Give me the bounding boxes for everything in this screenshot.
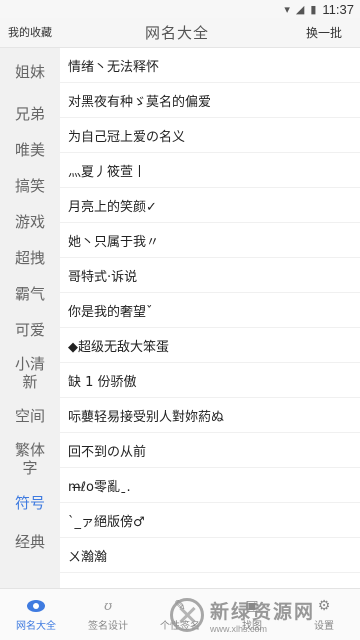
- category-item[interactable]: 小清新: [0, 348, 60, 398]
- battery-icon: ▮: [310, 2, 317, 16]
- category-item[interactable]: 唯美: [0, 132, 60, 168]
- image-icon: ▣: [245, 598, 259, 614]
- app-header: 我的收藏 网名大全 换一批: [0, 18, 360, 48]
- nav-label: 个性签名: [160, 621, 200, 632]
- status-time: 11:37: [322, 1, 354, 17]
- signature-icon: ʊ: [103, 598, 113, 614]
- gear-icon: ⚙: [317, 598, 331, 614]
- bottom-nav: 网名大全 ʊ 签名设计 ✎ 个性签名 ▣ 找图 ⚙ 设置: [0, 588, 360, 640]
- category-item[interactable]: 经典: [0, 522, 60, 562]
- list-item[interactable]: 呩蘡轻易接受别人對妳葯ぬ: [60, 398, 360, 433]
- status-bar: ▾ ◢ ▮ 11:37: [0, 0, 360, 18]
- signal-icon: ◢: [295, 2, 305, 16]
- nav-label: 签名设计: [88, 621, 128, 632]
- list-item[interactable]: 她丶只属于我〃: [60, 223, 360, 258]
- category-item[interactable]: 兄弟: [0, 96, 60, 132]
- list-item[interactable]: 缺 1 份骄傲: [60, 363, 360, 398]
- category-item-active[interactable]: 符号: [0, 484, 60, 522]
- list-item[interactable]: `_ァ絕版傍♂: [60, 503, 360, 538]
- list-item[interactable]: 对黑夜有种ゞ莫名的偏爱: [60, 83, 360, 118]
- category-item[interactable]: 繁体字: [0, 434, 60, 484]
- category-item[interactable]: 超拽: [0, 240, 60, 276]
- nav-names[interactable]: 网名大全: [0, 589, 72, 640]
- category-sidebar: 姐妹 兄弟 唯美 搞笑 游戏 超拽 霸气 可爱 小清新 空间 繁体字 符号 经典: [0, 48, 60, 588]
- list-item[interactable]: 月亮上的笑颜✓: [60, 188, 360, 223]
- list-item[interactable]: ◆超级无敌大笨蛋: [60, 328, 360, 363]
- nav-settings[interactable]: ⚙ 设置: [288, 589, 360, 640]
- category-item[interactable]: 游戏: [0, 204, 60, 240]
- nav-label: 设置: [314, 621, 334, 632]
- list-item[interactable]: ㄨ瀚瀚: [60, 538, 360, 573]
- list-item[interactable]: 为自己冠上爱の名义: [60, 118, 360, 153]
- pen-icon: ✎: [174, 598, 186, 614]
- nav-signature-design[interactable]: ʊ 签名设计: [72, 589, 144, 640]
- category-item[interactable]: 霸气: [0, 276, 60, 312]
- name-list: 情绪丶无法释怀 对黑夜有种ゞ莫名的偏爱 为自己冠上爱の名义 灬夏丿筱萱丨 月亮上…: [60, 48, 360, 588]
- nav-label: 网名大全: [16, 621, 56, 632]
- nav-find-image[interactable]: ▣ 找图: [216, 589, 288, 640]
- list-item[interactable]: 哥特式·诉说: [60, 258, 360, 293]
- eye-icon: [26, 597, 46, 615]
- category-item[interactable]: 姐妹: [0, 48, 60, 96]
- refresh-button[interactable]: 换一批: [294, 24, 354, 41]
- nav-personal-signature[interactable]: ✎ 个性签名: [144, 589, 216, 640]
- list-item[interactable]: 回不到の从前: [60, 433, 360, 468]
- list-item[interactable]: m̶ℓo零亂ˍ.: [60, 468, 360, 503]
- wifi-icon: ▾: [284, 2, 290, 16]
- category-item[interactable]: 搞笑: [0, 168, 60, 204]
- favorites-button[interactable]: 我的收藏: [0, 18, 60, 48]
- page-title: 网名大全: [144, 24, 209, 42]
- list-item[interactable]: 灬夏丿筱萱丨: [60, 153, 360, 188]
- category-item[interactable]: 空间: [0, 398, 60, 434]
- list-item[interactable]: 情绪丶无法释怀: [60, 48, 360, 83]
- category-item[interactable]: 可爱: [0, 312, 60, 348]
- list-item[interactable]: 你是我的奢望ˇ: [60, 293, 360, 328]
- nav-label: 找图: [242, 621, 262, 632]
